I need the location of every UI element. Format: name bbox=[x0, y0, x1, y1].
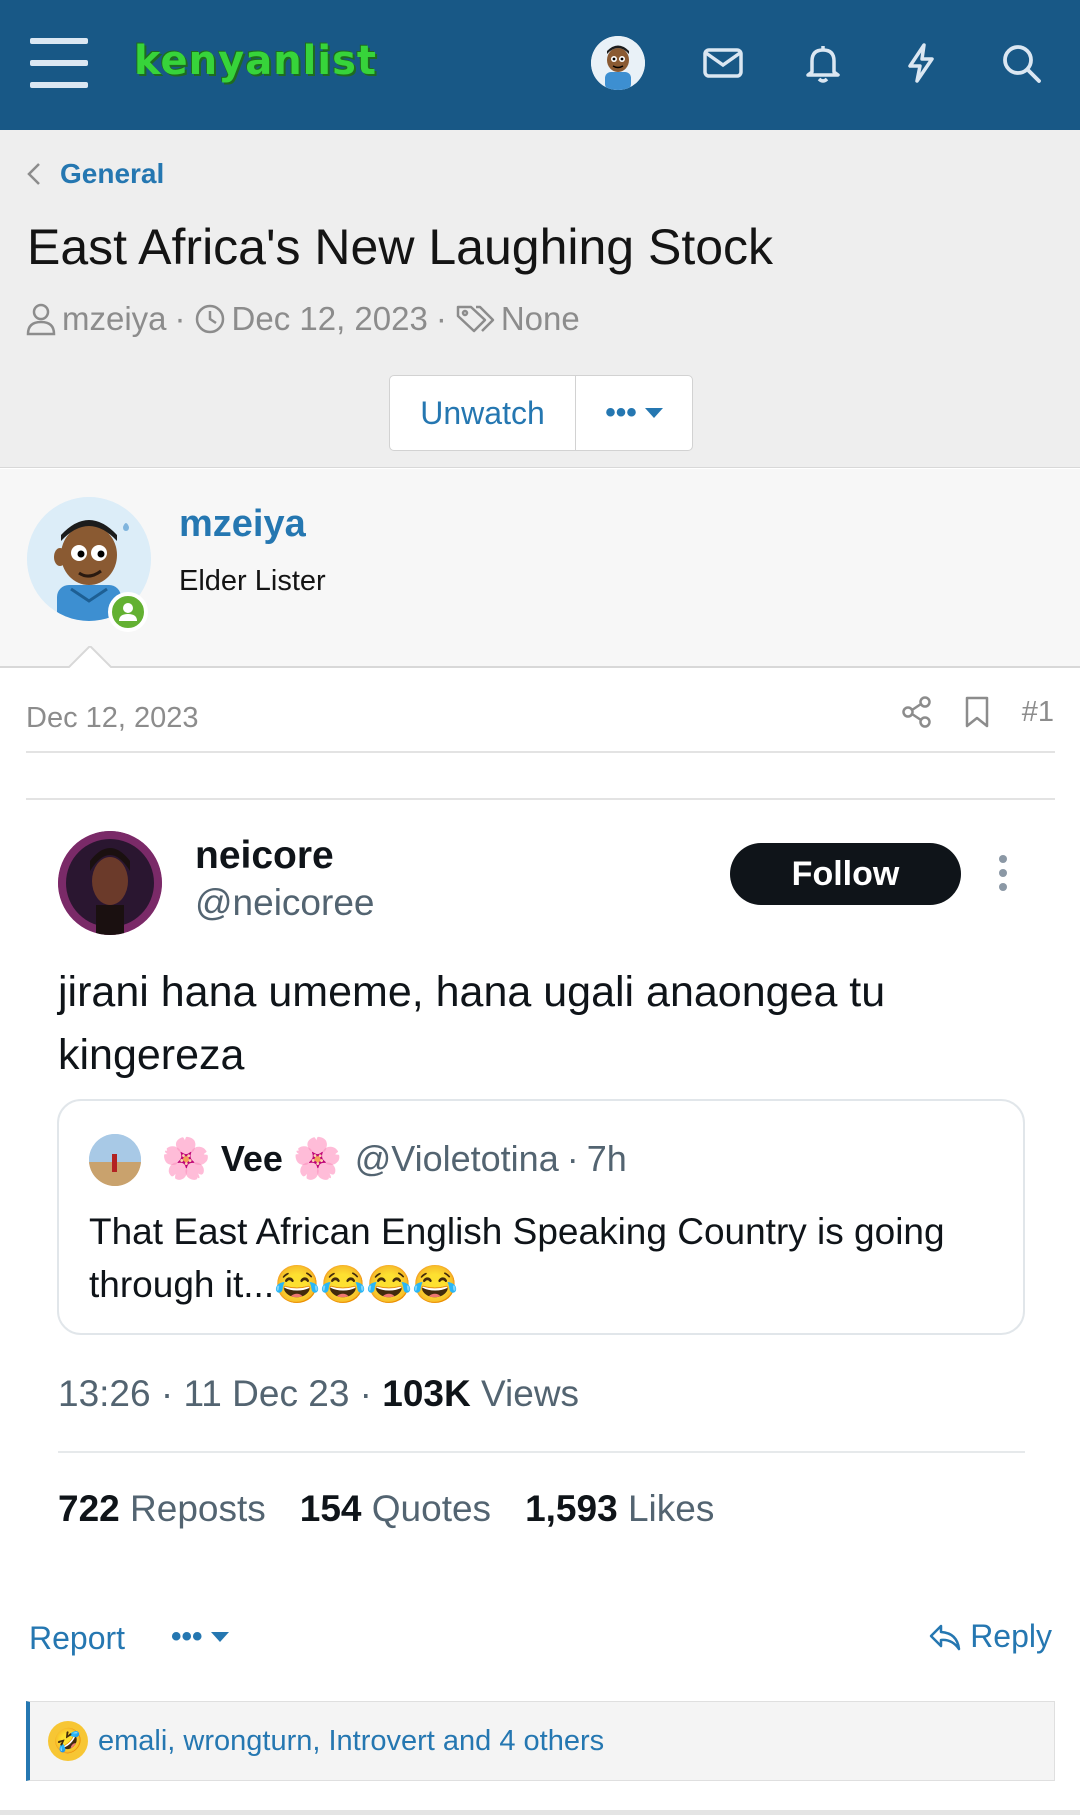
divider bbox=[0, 1810, 1080, 1815]
post-actions: #1 bbox=[872, 695, 1054, 729]
tags-icon bbox=[455, 303, 495, 335]
follow-button[interactable]: Follow bbox=[730, 843, 961, 905]
reply-label: Reply bbox=[970, 1618, 1052, 1654]
user-online-icon bbox=[119, 603, 137, 621]
quoted-age: 7h bbox=[586, 1137, 627, 1179]
lightning-icon[interactable] bbox=[898, 40, 944, 86]
breadcrumb-label: General bbox=[60, 158, 165, 189]
user-icon bbox=[26, 302, 56, 336]
thread-author[interactable]: mzeiya bbox=[62, 300, 167, 338]
share-icon[interactable] bbox=[900, 695, 934, 729]
site-logo[interactable]: kenyanlist bbox=[134, 38, 377, 84]
thread-tags: None bbox=[500, 300, 580, 337]
reactions-bar: 🤣 emali, wrongturn, Introvert and 4 othe… bbox=[26, 1701, 1055, 1781]
reposts-label: Reposts bbox=[130, 1488, 266, 1529]
quoted-separator: · bbox=[566, 1137, 579, 1179]
quotes-count: 154 bbox=[299, 1488, 362, 1529]
caret-down-icon bbox=[644, 408, 663, 418]
tweet-text: jirani hana umeme, hana ugali anaongea t… bbox=[58, 968, 886, 1079]
more-dots: ••• bbox=[605, 396, 637, 429]
quoted-author-handle: @Violetotina bbox=[354, 1137, 559, 1179]
tweet-author-name[interactable]: neicore bbox=[195, 834, 334, 878]
tweet-time: 13:26 · 11 Dec 23 · bbox=[58, 1373, 372, 1414]
likes-count: 1,593 bbox=[525, 1488, 618, 1529]
bell-icon[interactable] bbox=[800, 40, 846, 86]
flower-icon: 🌸 bbox=[292, 1137, 343, 1181]
post-date[interactable]: Dec 12, 2023 bbox=[26, 702, 199, 735]
breadcrumb[interactable]: General bbox=[26, 158, 164, 190]
more-dots: ••• bbox=[171, 1620, 203, 1653]
chevron-left-icon bbox=[27, 163, 40, 185]
likes-label: Likes bbox=[627, 1488, 715, 1529]
quoted-tweet-header: 🌸 Vee 🌸 @Violetotina · 7h bbox=[155, 1135, 627, 1182]
quotes-stat[interactable]: 154 Quotes bbox=[300, 1488, 491, 1530]
post-more-button[interactable]: ••• bbox=[171, 1620, 229, 1654]
likes-stat[interactable]: 1,593 Likes bbox=[525, 1488, 714, 1530]
page-title: East Africa's New Laughing Stock bbox=[27, 219, 774, 275]
post-user-block: mzeiya Elder Lister bbox=[0, 469, 1080, 668]
thread-date[interactable]: Dec 12, 2023 bbox=[232, 300, 428, 338]
caret-down-icon bbox=[210, 1632, 229, 1642]
quotes-label: Quotes bbox=[371, 1488, 492, 1529]
quoted-author-name: Vee bbox=[220, 1137, 283, 1179]
quoted-tweet[interactable]: 🌸 Vee 🌸 @Violetotina · 7h That East Afri… bbox=[57, 1099, 1025, 1335]
thread-actions: Unwatch ••• bbox=[389, 375, 693, 451]
quoted-tweet-text: That East African English Speaking Count… bbox=[89, 1211, 945, 1305]
user-block-pointer bbox=[68, 646, 112, 668]
quoted-author-avatar bbox=[89, 1134, 141, 1186]
search-icon[interactable] bbox=[998, 40, 1044, 86]
clock-icon bbox=[194, 303, 226, 335]
menu-icon[interactable] bbox=[30, 38, 88, 88]
reposts-count: 722 bbox=[58, 1488, 120, 1529]
thread-meta: mzeiya · Dec 12, 2023 · None bbox=[26, 300, 580, 338]
tweet-author-avatar[interactable] bbox=[58, 831, 162, 935]
reply-icon bbox=[929, 1624, 961, 1650]
tweet-stats: 722 Reposts 154 Quotes 1,593 Likes bbox=[58, 1488, 748, 1530]
post-number-link[interactable]: #1 bbox=[1022, 696, 1054, 729]
divider bbox=[26, 798, 1055, 800]
bookmark-icon[interactable] bbox=[962, 695, 992, 729]
unwatch-button[interactable]: Unwatch bbox=[390, 376, 576, 450]
reactions-list[interactable]: emali, wrongturn, Introvert and 4 others bbox=[98, 1725, 604, 1758]
user-title: Elder Lister bbox=[179, 565, 326, 597]
divider bbox=[58, 1451, 1025, 1453]
more-options-icon[interactable] bbox=[997, 855, 1009, 895]
tweet-author-handle[interactable]: @neicoree bbox=[195, 882, 375, 924]
flower-icon: 🌸 bbox=[161, 1137, 211, 1181]
thread-header: General East Africa's New Laughing Stock… bbox=[0, 130, 1080, 468]
mail-icon[interactable] bbox=[700, 40, 746, 86]
views-count: 103K bbox=[382, 1373, 471, 1414]
reply-button[interactable]: Reply bbox=[928, 1618, 1052, 1655]
account-avatar[interactable] bbox=[591, 36, 645, 90]
top-navigation-bar: kenyanlist bbox=[0, 0, 1080, 130]
divider bbox=[26, 751, 1055, 753]
thread-more-button[interactable]: ••• bbox=[576, 376, 692, 450]
report-link[interactable]: Report bbox=[29, 1620, 125, 1657]
reposts-stat[interactable]: 722 Reposts bbox=[58, 1488, 266, 1530]
online-status-badge bbox=[108, 592, 148, 632]
tweet-timestamp[interactable]: 13:26 · 11 Dec 23 · 103K Views bbox=[58, 1373, 579, 1415]
post-username[interactable]: mzeiya bbox=[179, 503, 306, 546]
views-label: Views bbox=[481, 1373, 580, 1414]
laughing-emoji-icon: 🤣 bbox=[48, 1721, 88, 1761]
